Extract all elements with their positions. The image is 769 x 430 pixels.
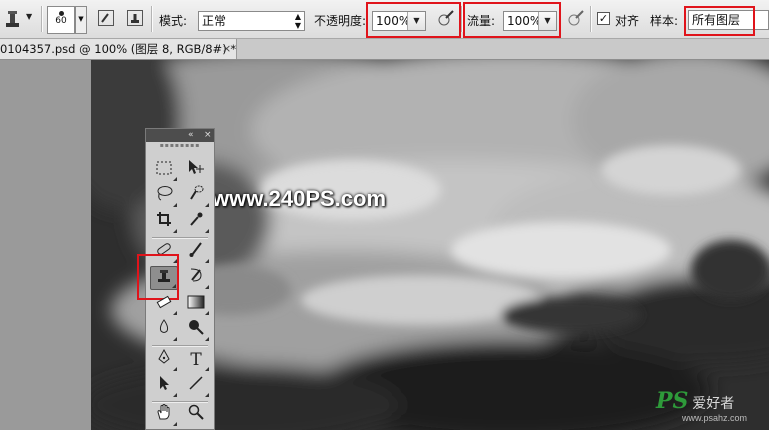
hand-tool-icon[interactable]	[150, 403, 178, 427]
pen-tool-icon[interactable]	[150, 348, 178, 372]
zoom-tool-icon[interactable]	[182, 403, 210, 427]
aligned-checkbox[interactable]: ✓	[597, 12, 610, 25]
eraser-tool-icon[interactable]	[150, 292, 178, 316]
lasso-tool-icon[interactable]	[150, 184, 178, 208]
watermark-text: www.240PS.com	[212, 186, 387, 211]
close-panel-icon[interactable]: ×	[204, 129, 212, 142]
type-tool-icon[interactable]: T	[182, 348, 210, 372]
blur-tool-icon[interactable]	[150, 318, 178, 342]
collapse-panel-icon[interactable]: «	[188, 129, 194, 142]
pressure-opacity-icon[interactable]	[436, 9, 456, 29]
sample-label: 样本:	[650, 14, 679, 28]
brush-panel-toggle-icon[interactable]	[96, 9, 116, 29]
history-brush-tool-icon[interactable]	[182, 266, 210, 290]
document-title: 0104357.psd @ 100% (图层 8, RGB/8#) *	[0, 42, 237, 56]
clone-source-panel-icon[interactable]	[125, 9, 145, 29]
move-tool-icon[interactable]	[182, 158, 210, 182]
brush-preset-picker[interactable]: 60	[47, 6, 75, 34]
close-tab-icon[interactable]: ×	[222, 39, 231, 59]
brand-cn-text: 爱好者	[692, 396, 735, 412]
dodge-tool-icon[interactable]	[182, 318, 210, 342]
document-tab-bar: 0104357.psd @ 100% (图层 8, RGB/8#) * ×	[0, 39, 769, 60]
updown-arrow-icon: ▲ ▼	[294, 12, 301, 30]
flow-highlight-box	[463, 2, 561, 38]
blend-mode-value: 正常	[202, 14, 227, 28]
panel-grip[interactable]: ▪▪▪▪▪▪▪▪	[146, 143, 214, 149]
gradient-tool-icon[interactable]	[182, 292, 210, 316]
blend-mode-select[interactable]: 正常 ▲ ▼	[198, 11, 305, 31]
brush-tool-icon[interactable]	[182, 240, 210, 264]
toolbox-divider	[152, 237, 208, 239]
brand-watermark: PS 爱好者 www.psahz.com	[656, 388, 747, 423]
opacity-label: 不透明度:	[314, 14, 367, 28]
options-bar: ▼ 60 ▼ 模式: 正常 ▲ ▼ 不透明度: 100% ▼ 流量: 100% ▼…	[0, 0, 769, 39]
clone-stamp-preset-icon[interactable]	[1, 8, 23, 30]
line-shape-tool-icon[interactable]	[182, 374, 210, 398]
airbrush-icon[interactable]	[566, 9, 586, 29]
preset-dropdown-arrow-icon[interactable]: ▼	[26, 12, 32, 21]
brush-size-value: 60	[55, 16, 67, 26]
tools-panel: « × ▪▪▪▪▪▪▪▪ T	[137, 128, 215, 430]
brand-url-text: www.psahz.com	[682, 413, 748, 423]
marquee-tool-icon[interactable]	[150, 158, 178, 182]
tools-panel-header[interactable]: « ×	[146, 129, 214, 142]
brush-picker-arrow-button[interactable]: ▼	[75, 6, 87, 34]
path-selection-tool-icon[interactable]	[150, 374, 178, 398]
aligned-label: 对齐	[615, 14, 640, 28]
eyedropper-tool-icon[interactable]	[182, 210, 210, 234]
quick-selection-tool-icon[interactable]	[182, 184, 210, 208]
mode-label: 模式:	[159, 14, 188, 28]
document-tab[interactable]: 0104357.psd @ 100% (图层 8, RGB/8#) *	[0, 39, 237, 59]
brand-logo-text: PS	[656, 388, 689, 414]
crop-tool-icon[interactable]	[150, 210, 178, 234]
toolbox-divider	[152, 345, 208, 347]
sample-highlight-box	[684, 6, 755, 36]
